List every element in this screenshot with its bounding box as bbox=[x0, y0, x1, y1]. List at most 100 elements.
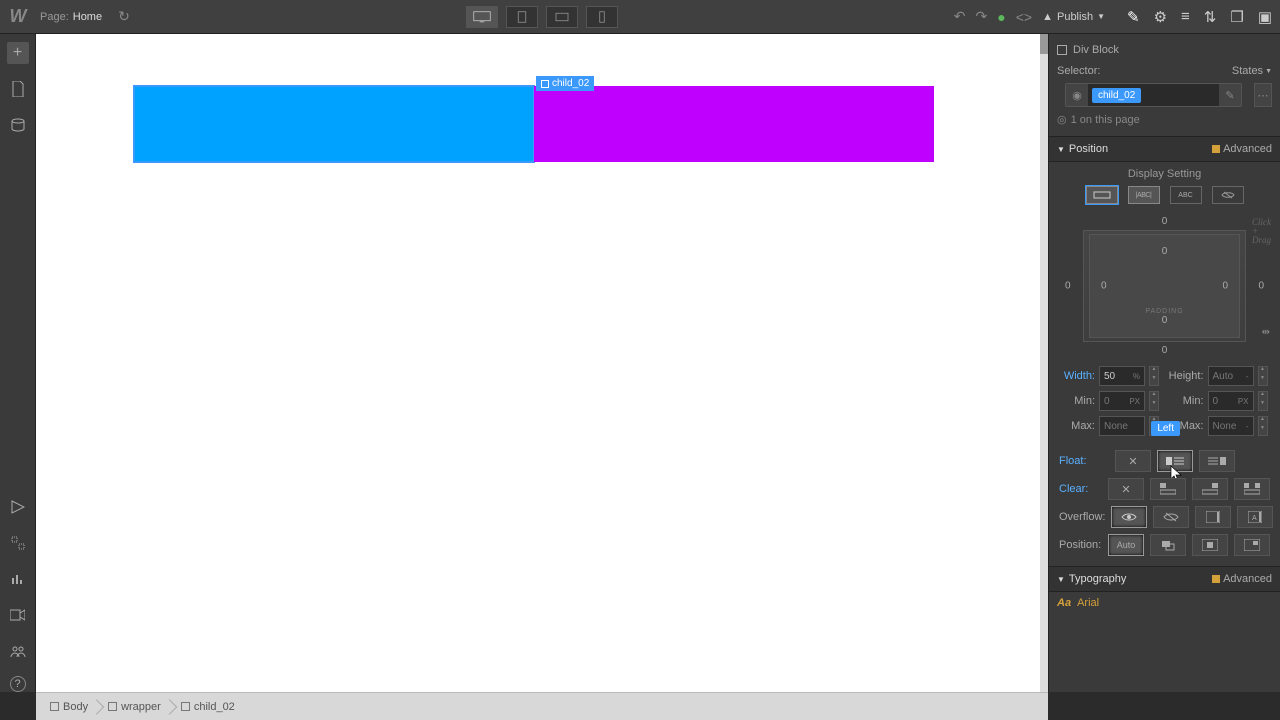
page-name[interactable]: Home bbox=[73, 11, 102, 23]
clear-both[interactable] bbox=[1234, 478, 1270, 500]
min-width-stepper[interactable]: ▲▼ bbox=[1149, 391, 1159, 411]
add-element-button[interactable]: + bbox=[7, 42, 29, 64]
chevron-down-icon: ▼ bbox=[1097, 12, 1105, 21]
float-right[interactable] bbox=[1199, 450, 1235, 472]
display-setting-label: Display Setting bbox=[1049, 162, 1280, 182]
float-label: Float: bbox=[1059, 455, 1109, 467]
reload-icon[interactable]: ↻ bbox=[118, 8, 130, 25]
selector-icon[interactable] bbox=[7, 532, 29, 554]
padding-top[interactable]: 0 bbox=[1162, 246, 1168, 257]
device-tablet-landscape[interactable] bbox=[546, 6, 578, 28]
breadcrumb-child02[interactable]: child_02 bbox=[175, 701, 249, 713]
display-inline[interactable]: ABC bbox=[1170, 186, 1202, 204]
max-height-stepper[interactable]: ▲▼ bbox=[1258, 416, 1268, 436]
box-model-editor[interactable]: Click + Drag MARGIN PADDING 0 0 0 0 0 0 … bbox=[1061, 216, 1268, 356]
child-02-element[interactable] bbox=[134, 86, 534, 162]
min-height-label: Min: bbox=[1168, 395, 1204, 407]
brush-icon[interactable]: ✎ bbox=[1127, 8, 1140, 26]
height-label: Height: bbox=[1168, 370, 1204, 382]
typography-section-toggle[interactable]: ▼Typography bbox=[1057, 573, 1126, 585]
margin-right[interactable]: 0 bbox=[1258, 281, 1264, 292]
font-family[interactable]: Arial bbox=[1077, 597, 1099, 609]
clear-right[interactable] bbox=[1192, 478, 1228, 500]
display-block[interactable] bbox=[1086, 186, 1118, 204]
webflow-logo[interactable]: W bbox=[8, 7, 28, 27]
padding-right[interactable]: 0 bbox=[1222, 281, 1228, 292]
canvas[interactable]: child_02 bbox=[36, 34, 1040, 692]
selection-tag[interactable]: child_02 bbox=[536, 76, 594, 91]
vertical-scrollbar[interactable] bbox=[1040, 34, 1048, 692]
publish-button[interactable]: ▲ Publish ▼ bbox=[1042, 11, 1105, 23]
margin-top[interactable]: 0 bbox=[1162, 216, 1168, 227]
device-phone[interactable] bbox=[586, 6, 618, 28]
video-icon[interactable] bbox=[7, 604, 29, 626]
max-width-label: Max: bbox=[1059, 420, 1095, 432]
device-tablet[interactable] bbox=[506, 6, 538, 28]
float-none[interactable]: ✕ bbox=[1115, 450, 1151, 472]
status-ok-icon[interactable]: ● bbox=[997, 9, 1005, 25]
device-desktop[interactable] bbox=[466, 6, 498, 28]
display-inline-block[interactable]: |ABC| bbox=[1128, 186, 1160, 204]
min-width-input[interactable]: 0PX bbox=[1099, 391, 1145, 411]
users-icon[interactable] bbox=[7, 640, 29, 662]
divblock-icon bbox=[541, 80, 549, 88]
list-icon[interactable]: ≡ bbox=[1181, 8, 1190, 26]
overflow-visible[interactable] bbox=[1111, 506, 1147, 528]
position-relative[interactable] bbox=[1150, 534, 1186, 556]
sibling-element[interactable] bbox=[534, 86, 934, 162]
breadcrumb-body[interactable]: Body bbox=[44, 701, 102, 713]
height-stepper[interactable]: ▲▼ bbox=[1258, 366, 1268, 386]
max-width-input[interactable]: None bbox=[1099, 416, 1145, 436]
pages-icon[interactable] bbox=[7, 78, 29, 100]
overflow-label: Overflow: bbox=[1059, 511, 1105, 523]
margin-left[interactable]: 0 bbox=[1065, 281, 1071, 292]
clear-left[interactable] bbox=[1150, 478, 1186, 500]
edit-class-icon[interactable]: ✎ bbox=[1219, 84, 1241, 106]
states-dropdown[interactable]: States▼ bbox=[1232, 65, 1272, 77]
element-type-label: Div Block bbox=[1073, 44, 1119, 56]
class-tag[interactable]: child_02 bbox=[1092, 88, 1141, 103]
undo-icon[interactable]: ↶ bbox=[954, 8, 966, 25]
overflow-auto[interactable]: A bbox=[1237, 506, 1273, 528]
overflow-hidden[interactable] bbox=[1153, 506, 1189, 528]
padding-left[interactable]: 0 bbox=[1101, 281, 1107, 292]
width-stepper[interactable]: ▲▼ bbox=[1149, 366, 1159, 386]
interactions-icon[interactable]: ⇅ bbox=[1204, 8, 1217, 26]
position-auto[interactable]: Auto bbox=[1108, 534, 1144, 556]
height-input[interactable]: Auto- bbox=[1208, 366, 1254, 386]
link-margins-icon[interactable]: ⇹ bbox=[1262, 327, 1270, 338]
max-height-input[interactable]: None- bbox=[1208, 416, 1254, 436]
padding-bottom[interactable]: 0 bbox=[1162, 315, 1168, 326]
position-section-toggle[interactable]: ▼Position bbox=[1057, 143, 1108, 155]
position-absolute[interactable] bbox=[1192, 534, 1228, 556]
advanced-toggle[interactable]: Advanced bbox=[1212, 573, 1272, 585]
breadcrumb: Body wrapper child_02 bbox=[36, 692, 1048, 720]
gear-icon[interactable]: ⚙ bbox=[1154, 8, 1167, 26]
navigator-icon[interactable] bbox=[7, 496, 29, 518]
redo-icon[interactable]: ↷ bbox=[976, 8, 988, 25]
target-icon: ◎ bbox=[1057, 113, 1067, 126]
overflow-scroll[interactable] bbox=[1195, 506, 1231, 528]
min-height-stepper[interactable]: ▲▼ bbox=[1258, 391, 1268, 411]
width-label: Width: bbox=[1059, 370, 1095, 382]
advanced-toggle[interactable]: Advanced bbox=[1212, 143, 1272, 155]
selector-input[interactable]: ◉ child_02 ✎ bbox=[1065, 83, 1242, 107]
code-icon[interactable]: <> bbox=[1016, 9, 1032, 25]
min-height-input[interactable]: 0PX bbox=[1208, 391, 1254, 411]
float-left[interactable] bbox=[1157, 450, 1193, 472]
selector-more-icon[interactable]: ⋯ bbox=[1254, 83, 1272, 107]
clear-none[interactable]: ✕ bbox=[1108, 478, 1144, 500]
selection-tag-label: child_02 bbox=[552, 78, 589, 89]
display-none[interactable] bbox=[1212, 186, 1244, 204]
audit-icon[interactable] bbox=[7, 568, 29, 590]
cube-icon[interactable]: ❒ bbox=[1230, 8, 1243, 26]
breadcrumb-wrapper[interactable]: wrapper bbox=[102, 701, 175, 713]
help-icon[interactable]: ? bbox=[10, 676, 26, 692]
assets-icon[interactable]: ▣ bbox=[1258, 8, 1272, 26]
cms-icon[interactable] bbox=[7, 114, 29, 136]
margin-bottom[interactable]: 0 bbox=[1162, 345, 1168, 356]
clear-label: Clear: bbox=[1059, 483, 1102, 495]
position-fixed[interactable] bbox=[1234, 534, 1270, 556]
width-input[interactable]: 50% bbox=[1099, 366, 1145, 386]
float-tooltip: Left bbox=[1151, 421, 1180, 436]
